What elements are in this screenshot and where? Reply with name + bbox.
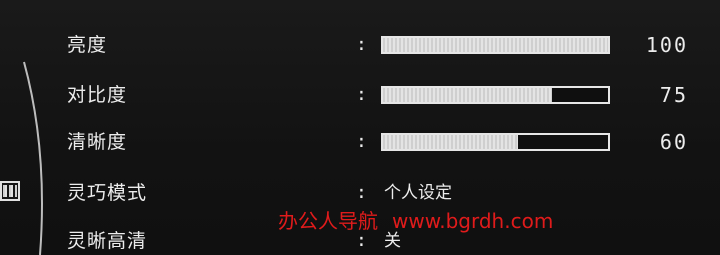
- osd-row-sharpness[interactable]: 清晰度 : 60: [0, 127, 720, 157]
- colon: :: [356, 131, 367, 152]
- osd-row-smart-mode[interactable]: 灵巧模式 : 个人设定: [0, 178, 720, 208]
- contrast-slider[interactable]: [381, 86, 610, 104]
- brightness-slider-fill: [383, 38, 608, 52]
- smart-mode-value[interactable]: 个人设定: [384, 178, 452, 208]
- sharpness-label: 清晰度: [67, 131, 128, 153]
- watermark-text: 办公人导航: [278, 209, 378, 233]
- brightness-slider[interactable]: [381, 36, 610, 54]
- brightness-label: 亮度: [67, 34, 108, 56]
- colon: :: [356, 84, 367, 105]
- watermark-url: www.bgrdh.com: [392, 209, 554, 233]
- brightness-value: 100: [645, 33, 688, 57]
- colon: :: [356, 182, 367, 203]
- contrast-slider-fill: [383, 88, 552, 102]
- sharpness-value: 60: [659, 130, 688, 154]
- smart-hd-label: 灵晰高清: [67, 230, 148, 252]
- osd-row-contrast[interactable]: 对比度 : 75: [0, 80, 720, 110]
- sharpness-slider-fill: [383, 135, 518, 149]
- contrast-label: 对比度: [67, 84, 128, 106]
- contrast-value: 75: [659, 83, 688, 107]
- osd-screen: 亮度 : 100 对比度 : 75 清晰度 : 60 灵巧模式 : 个人设定 灵…: [0, 0, 720, 255]
- colon: :: [356, 34, 367, 55]
- osd-row-brightness[interactable]: 亮度 : 100: [0, 30, 720, 60]
- smart-mode-label: 灵巧模式: [67, 182, 148, 204]
- watermark: 办公人导航 www.bgrdh.com: [278, 207, 553, 235]
- sharpness-slider[interactable]: [381, 133, 610, 151]
